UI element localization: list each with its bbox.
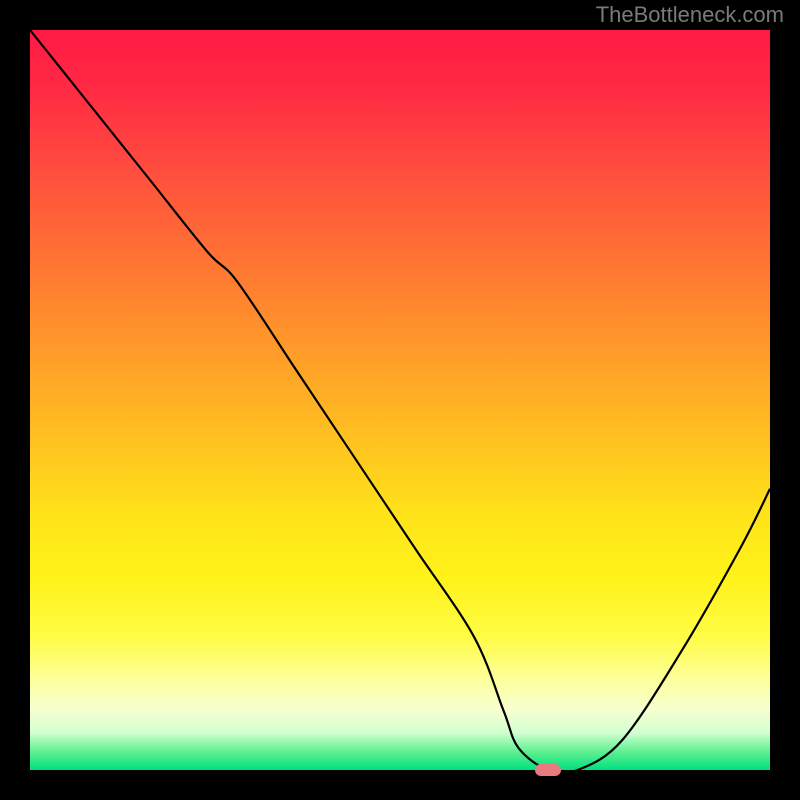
watermark-label: TheBottleneck.com <box>596 2 784 28</box>
optimal-point-marker <box>535 764 561 776</box>
bottleneck-curve-path <box>30 30 770 773</box>
curve-svg <box>30 30 770 770</box>
bottleneck-chart: TheBottleneck.com <box>0 0 800 800</box>
